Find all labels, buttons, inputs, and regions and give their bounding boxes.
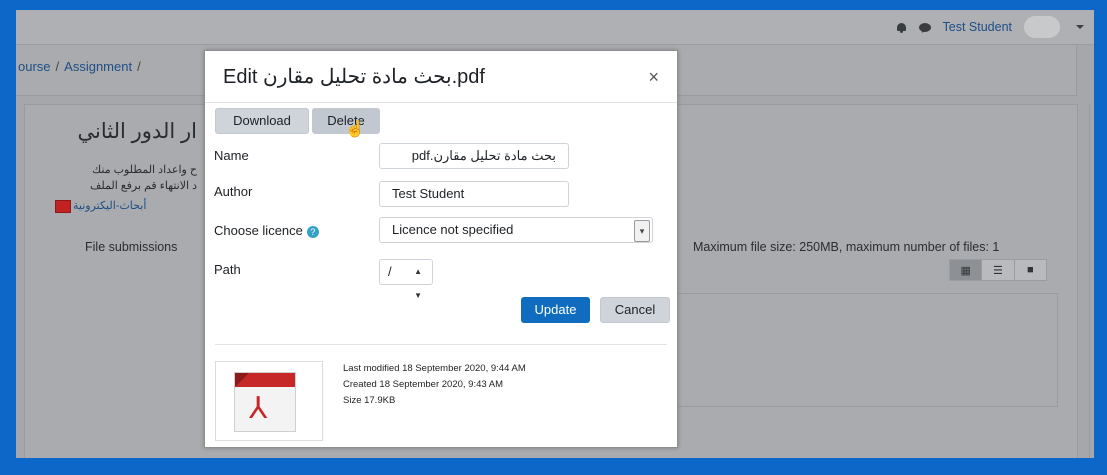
last-modified-text: Last modified 18 September 2020, 9:44 AM: [343, 363, 526, 374]
max-file-size-text: Maximum file size: 250MB, maximum number…: [693, 240, 1000, 254]
assignment-description-line: ح واعداد المطلوب منك: [92, 164, 197, 176]
licence-select-value: Licence not specified: [392, 222, 514, 237]
update-button[interactable]: Update: [521, 297, 590, 323]
licence-select[interactable]: Licence not specified ▾: [379, 217, 653, 243]
avatar[interactable]: [1024, 16, 1060, 38]
path-select-value: /: [388, 264, 392, 279]
updown-caret-icon: ▲ ▼: [414, 267, 422, 300]
size-text: Size 17.9KB: [343, 395, 396, 406]
download-button[interactable]: Download: [215, 108, 309, 134]
bell-icon[interactable]: [896, 22, 907, 33]
app-screen: Test Student ourse / Assignment / ار الدور …: [16, 10, 1094, 458]
name-label: Name: [214, 148, 249, 163]
breadcrumb-separator: /: [55, 59, 60, 74]
folder-view-icon[interactable]: ■: [1015, 260, 1046, 280]
dialog-title: Edit بحث مادة تحليل مقارن.pdf: [223, 66, 485, 88]
list-view-icon[interactable]: ☰: [982, 260, 1015, 280]
path-label: Path: [214, 262, 241, 277]
attachment-link[interactable]: أبحاث-اليكترونية: [73, 199, 146, 212]
help-icon[interactable]: ?: [306, 225, 319, 238]
path-select[interactable]: / ▲ ▼: [379, 259, 433, 300]
assignment-description-line: د الانتهاء قم برفع الملف: [89, 180, 197, 192]
user-name[interactable]: Test Student: [943, 20, 1013, 34]
close-icon[interactable]: ×: [648, 67, 659, 87]
author-field[interactable]: Test Student: [379, 181, 569, 207]
pdf-fold: [235, 373, 249, 387]
pdf-file-icon: [55, 200, 71, 213]
grid-view-icon[interactable]: ▦: [950, 260, 983, 280]
top-navbar: Test Student: [16, 10, 1094, 45]
author-label: Author: [214, 184, 253, 199]
dialog-header: Edit بحث مادة تحليل مقارن.pdf ×: [205, 51, 677, 103]
file-drop-area[interactable]: [673, 293, 1058, 407]
user-menu-area: Test Student: [896, 10, 1084, 44]
breadcrumb: ourse / Assignment /: [18, 59, 146, 74]
view-toggle-group: ▦ ☰ ■: [949, 259, 1047, 281]
licence-label-text: Choose licence: [214, 223, 303, 238]
page-edge: [1089, 104, 1090, 458]
breadcrumb-course[interactable]: ourse: [18, 59, 51, 74]
breadcrumb-assignment[interactable]: Assignment: [64, 59, 132, 74]
cancel-button[interactable]: Cancel: [600, 297, 670, 323]
page-title: ار الدور الثاني: [77, 120, 198, 143]
file-preview: ⅄: [215, 361, 323, 441]
caret-down-icon[interactable]: [1076, 25, 1084, 29]
pdf-file-icon: ⅄: [234, 372, 296, 432]
created-text: Created 18 September 2020, 9:43 AM: [343, 379, 504, 390]
name-field[interactable]: بحث مادة تحليل مقارن.pdf: [379, 143, 569, 169]
edit-file-dialog: Edit بحث مادة تحليل مقارن.pdf × Download…: [204, 50, 678, 448]
chat-icon[interactable]: [918, 22, 931, 32]
file-submissions-label: File submissions: [85, 240, 178, 254]
breadcrumb-separator: /: [137, 59, 141, 74]
acrobat-icon: ⅄: [249, 392, 268, 425]
chevron-down-icon[interactable]: ▾: [634, 220, 650, 242]
dialog-divider: [215, 344, 667, 345]
hand-cursor-icon: ☝: [345, 121, 365, 138]
licence-label: Choose licence?: [214, 223, 319, 238]
